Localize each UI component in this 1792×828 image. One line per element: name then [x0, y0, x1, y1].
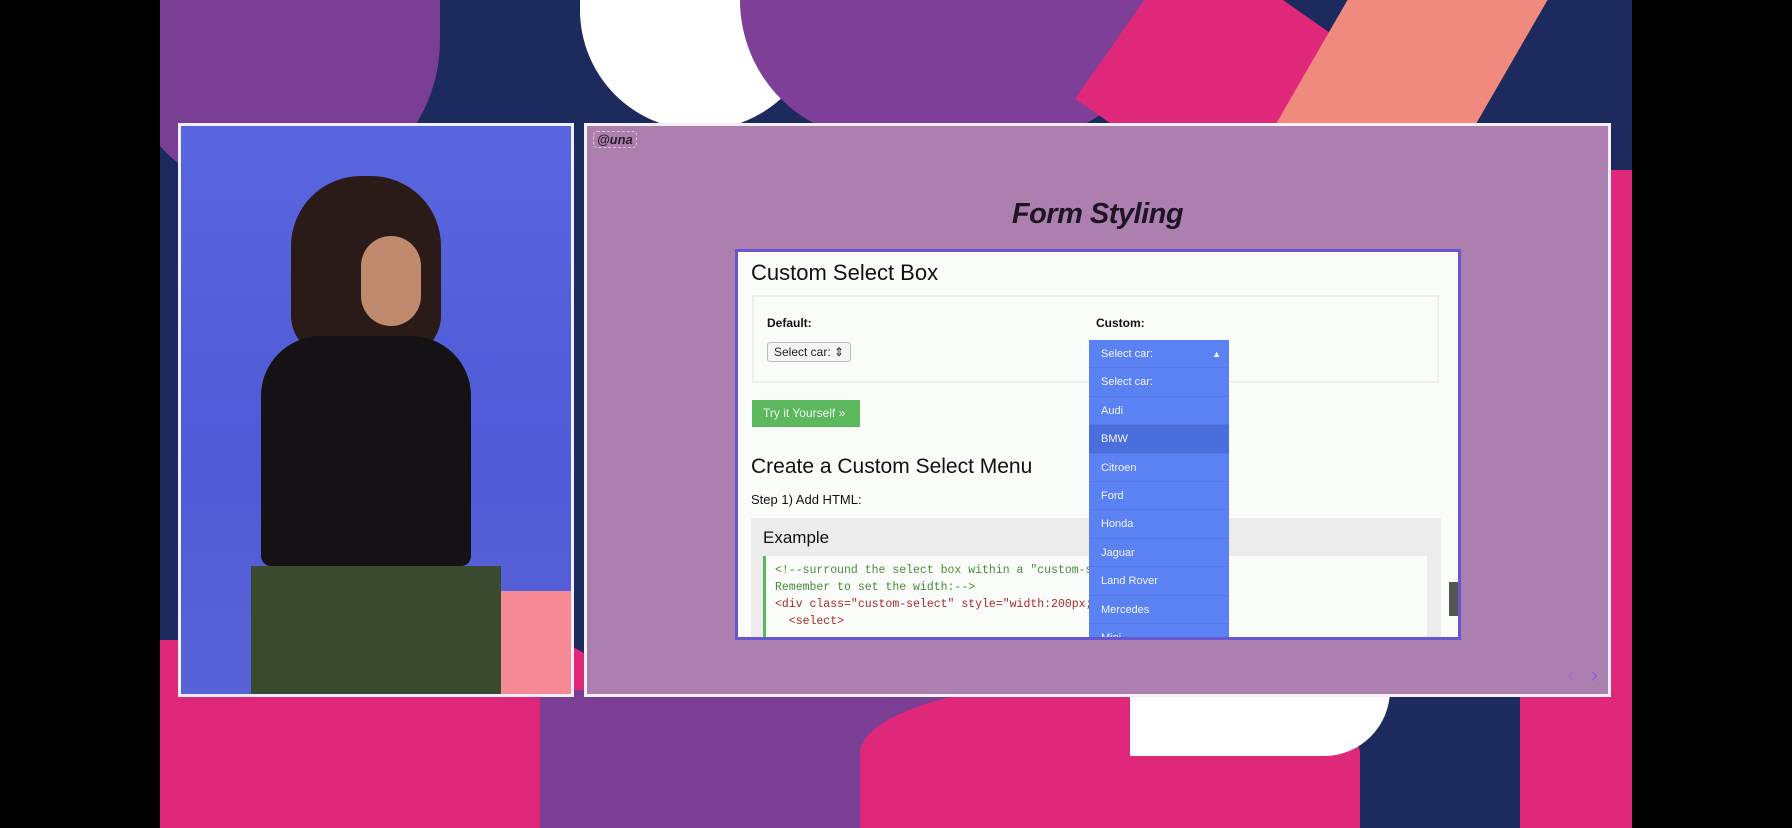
- dropdown-option[interactable]: Select car:: [1089, 368, 1229, 397]
- default-label: Default:: [767, 316, 812, 330]
- dropdown-option[interactable]: Citroen: [1089, 454, 1229, 482]
- speaker-shirt: [261, 336, 471, 566]
- bg-shape: [1272, 0, 1548, 130]
- custom-label: Custom:: [1096, 316, 1145, 330]
- selected-value: Select car:: [1101, 348, 1153, 360]
- dropdown-option[interactable]: Mini: [1089, 624, 1229, 637]
- caret-up-icon: ▲: [1212, 349, 1221, 359]
- default-select[interactable]: Select car: ⇕: [767, 342, 852, 362]
- twitter-handle: @una: [593, 131, 637, 148]
- pink-stand: [501, 591, 571, 694]
- slide-title: Form Styling: [1011, 198, 1184, 230]
- next-slide-icon[interactable]: ›: [1591, 662, 1598, 687]
- section-heading: Custom Select Box: [751, 260, 939, 285]
- speaker-face: [361, 236, 421, 326]
- dropdown-option[interactable]: Land Rover: [1089, 567, 1229, 596]
- dropdown-option[interactable]: Mercedes: [1089, 596, 1229, 624]
- prev-slide-icon[interactable]: ‹: [1567, 662, 1574, 687]
- subheading: Create a Custom Select Menu: [751, 455, 1033, 478]
- speaker-skirt: [251, 566, 501, 694]
- custom-select-current[interactable]: Select car: ▲: [1089, 340, 1229, 369]
- dropdown-option-hovered[interactable]: BMW: [1089, 425, 1229, 454]
- dropdown-option[interactable]: Audi: [1089, 397, 1229, 426]
- webpage-screenshot: Custom Select Box Default: Select car: ⇕…: [735, 249, 1461, 640]
- speaker-video: [178, 123, 574, 697]
- scrollbar-thumb[interactable]: [1449, 582, 1458, 616]
- try-it-yourself-button[interactable]: Try it Yourself »: [752, 400, 860, 427]
- dropdown-option[interactable]: Honda: [1089, 510, 1229, 539]
- example-title: Example: [763, 528, 830, 547]
- presentation-slide: @una Form Styling Custom Select Box Defa…: [584, 123, 1611, 697]
- dropdown-option[interactable]: Jaguar: [1089, 539, 1229, 568]
- bg-shape: [1130, 690, 1390, 756]
- step-label: Step 1) Add HTML:: [751, 492, 862, 507]
- slide-navigation: ‹ ›: [1557, 662, 1598, 688]
- custom-select-dropdown[interactable]: Select car: ▲ Select car: Audi BMW Citroe…: [1089, 340, 1229, 637]
- dropdown-option[interactable]: Ford: [1089, 482, 1229, 511]
